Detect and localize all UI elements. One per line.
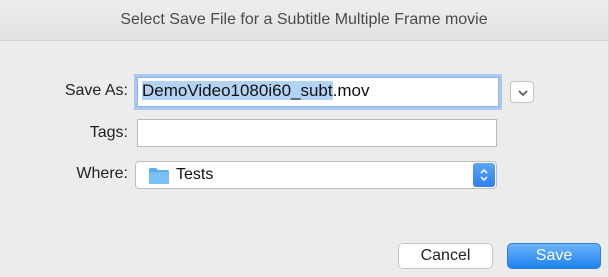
title-bar: Select Save File for a Subtitle Multiple…: [0, 0, 608, 41]
save-as-label: Save As:: [64, 82, 128, 99]
filename-text: DemoVideo1080i60_subt.mov: [142, 81, 369, 101]
chevron-down-icon: [518, 90, 528, 96]
up-down-arrows-icon: [480, 168, 488, 182]
popup-stepper[interactable]: [473, 163, 495, 187]
tags-input[interactable]: [137, 119, 497, 147]
dialog-title: Select Save File for a Subtitle Multiple…: [120, 11, 488, 28]
save-button[interactable]: Save: [507, 243, 601, 269]
where-value: Tests: [176, 166, 214, 183]
folder-icon: [149, 168, 169, 184]
expand-dialog-button[interactable]: [510, 81, 534, 103]
save-dialog: Select Save File for a Subtitle Multiple…: [0, 0, 609, 277]
filename-selection: DemoVideo1080i60_subt: [142, 81, 333, 100]
where-popup[interactable]: Tests: [135, 161, 497, 189]
cancel-button[interactable]: Cancel: [398, 243, 493, 269]
save-as-input[interactable]: DemoVideo1080i60_subt.mov: [137, 77, 499, 107]
tags-label: Tags:: [89, 124, 128, 141]
filename-extension: .mov: [332, 81, 370, 100]
where-label: Where:: [76, 165, 128, 182]
